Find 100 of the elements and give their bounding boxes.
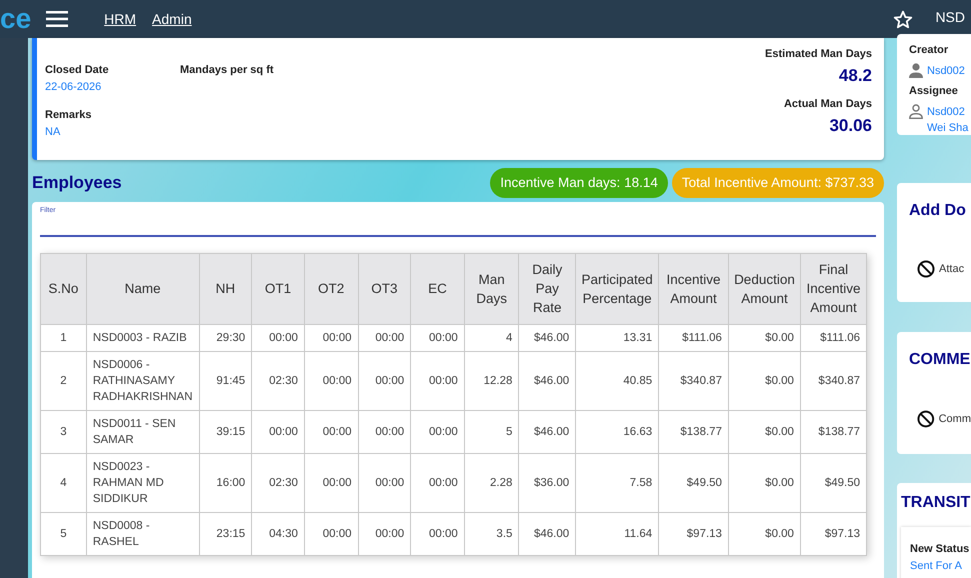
table-cell: NSD0006 - RATHINASAMY RADHAKRISHNAN — [86, 351, 200, 410]
column-header[interactable]: EC — [410, 253, 464, 324]
table-cell: NSD0003 - RAZIB — [86, 324, 200, 352]
section-title: Employees — [32, 172, 122, 194]
table-cell: $97.13 — [800, 512, 866, 556]
status-value: Sent For A — [910, 558, 963, 574]
table-cell: 00:00 — [410, 453, 464, 512]
field-value: NA — [45, 124, 62, 140]
person-link[interactable]: Nsd002 — [927, 104, 968, 120]
table-cell: $46.00 — [518, 324, 576, 352]
table-cell: 00:00 — [410, 512, 464, 556]
table-cell: $0.00 — [728, 512, 800, 556]
table-cell: 5 — [464, 410, 519, 454]
nav-link-item[interactable]: Admin — [152, 8, 192, 30]
ban-icon — [917, 410, 935, 428]
table-cell: $340.87 — [658, 351, 728, 410]
column-header[interactable]: S.No — [40, 253, 86, 324]
table-cell: 02:30 — [252, 351, 304, 410]
column-header[interactable]: Participated Percentage — [576, 253, 659, 324]
table-cell: 00:00 — [410, 324, 464, 352]
table-cell: 00:00 — [358, 453, 411, 512]
table-cell: 00:00 — [358, 351, 411, 410]
column-header[interactable]: Name — [86, 253, 200, 324]
table-cell: $49.50 — [658, 453, 728, 512]
person-link[interactable]: Wei Sha — [927, 120, 968, 136]
field-label: Actual Man Days — [782, 97, 872, 112]
table-cell: $0.00 — [728, 351, 800, 410]
card-title: TRANSIT — [901, 493, 971, 513]
empty-note: Attac — [939, 262, 964, 277]
table-cell: 00:00 — [358, 410, 411, 454]
table-cell: NSD0011 - SEN SAMAR — [86, 410, 200, 454]
table-cell: 2.28 — [464, 453, 519, 512]
table-cell: 3 — [40, 410, 86, 454]
table-cell: 02:30 — [252, 453, 304, 512]
table-cell: 00:00 — [358, 512, 411, 556]
field-label: Mandays per sq ft — [180, 63, 275, 78]
table-cell: 16.63 — [576, 410, 659, 454]
table-cell: $0.00 — [728, 453, 800, 512]
summary-badge: Incentive Man days: 18.14 — [490, 168, 668, 198]
table-cell: $340.87 — [800, 351, 866, 410]
table-cell: 00:00 — [252, 410, 304, 454]
role-label: Creator — [909, 43, 950, 58]
field-label: Remarks — [45, 108, 92, 123]
table-cell: $46.00 — [518, 351, 576, 410]
table-cell: 39:15 — [199, 410, 252, 454]
table-cell: 04:30 — [252, 512, 304, 556]
table-cell: 00:00 — [304, 453, 358, 512]
table-cell: 00:00 — [252, 324, 304, 352]
table-cell: 5 — [40, 512, 86, 556]
table-cell: 3.5 — [464, 512, 519, 556]
card-title: Add Do — [909, 201, 967, 221]
star-icon[interactable] — [893, 10, 914, 28]
table-cell: $111.06 — [800, 324, 866, 352]
table-cell: 16:00 — [199, 453, 252, 512]
table-cell: $36.00 — [518, 453, 576, 512]
field-label: Estimated Man Days — [765, 47, 872, 62]
table-cell: 00:00 — [304, 351, 358, 410]
table-cell: 00:00 — [304, 410, 358, 454]
table-cell: 4 — [40, 453, 86, 512]
column-header[interactable]: Deduction Amount — [728, 253, 800, 324]
table-cell: $0.00 — [728, 410, 800, 454]
table-cell: 00:00 — [410, 410, 464, 454]
column-header[interactable]: Daily Pay Rate — [518, 253, 576, 324]
table-cell: 12.28 — [464, 351, 519, 410]
column-header[interactable]: Final Incentive Amount — [800, 253, 866, 324]
column-header[interactable]: NH — [199, 253, 252, 324]
column-header[interactable]: OT2 — [304, 253, 358, 324]
app-logo[interactable]: ce — [0, 5, 32, 33]
table-cell: $97.13 — [658, 512, 728, 556]
menu-icon[interactable] — [46, 11, 68, 27]
summary-badge: Total Incentive Amount: $737.33 — [672, 168, 884, 198]
field-value: 48.2 — [838, 64, 872, 86]
table-cell: 91:45 — [199, 351, 252, 410]
table-cell: 11.64 — [576, 512, 659, 556]
table-cell: $46.00 — [518, 512, 576, 556]
table-cell: $111.06 — [658, 324, 728, 352]
table-cell: 7.58 — [576, 453, 659, 512]
person-outline-icon — [909, 104, 923, 118]
column-header[interactable]: Incentive Amount — [658, 253, 728, 324]
table-cell: 00:00 — [304, 512, 358, 556]
person-link[interactable]: Nsd002 — [927, 62, 965, 79]
table-cell: $49.50 — [800, 453, 866, 512]
role-label: Assignee — [909, 84, 959, 99]
field-value: 22-06-2026 — [45, 80, 102, 94]
table-cell: $138.77 — [658, 410, 728, 454]
table-cell: 40.85 — [576, 351, 659, 410]
table-cell: 4 — [464, 324, 519, 352]
empty-note: Comm — [938, 412, 971, 427]
table-cell: $0.00 — [728, 324, 800, 352]
table-cell: 13.31 — [576, 324, 659, 352]
nav-link-item[interactable]: HRM — [104, 8, 136, 30]
table-cell: 29:30 — [199, 324, 252, 352]
column-header[interactable]: OT1 — [252, 253, 304, 324]
table-cell: NSD0023 - RAHMAN MD SIDDIKUR — [86, 453, 200, 512]
card-title: COMME — [909, 350, 971, 370]
field-label: Closed Date — [45, 63, 110, 78]
column-header[interactable]: Man Days — [464, 253, 519, 324]
table-cell: NSD0008 - RASHEL — [86, 512, 200, 556]
column-header[interactable]: OT3 — [358, 253, 411, 324]
table-cell: 00:00 — [410, 351, 464, 410]
